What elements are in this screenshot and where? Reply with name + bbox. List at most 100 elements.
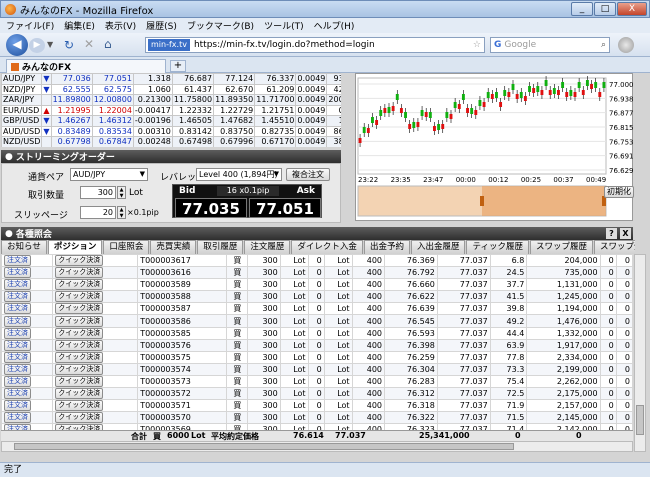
horizontal-scrollbar[interactable]: [1, 441, 633, 452]
quick-close-button[interactable]: クイック決済: [55, 291, 104, 303]
order-status-button[interactable]: 注文済: [4, 327, 31, 339]
history-dropdown-icon[interactable]: ▼: [47, 40, 53, 49]
star-bookmark-icon[interactable]: ☆: [473, 40, 481, 50]
quick-close-button[interactable]: クイック決済: [55, 279, 104, 291]
quick-close-button[interactable]: クイック決済: [55, 363, 104, 375]
menu-view[interactable]: 表示(V): [105, 19, 136, 32]
rate-row[interactable]: NZD/JPY ▼ 62.555 62.575 1.060 61.437 62.670 61.…: [1, 83, 341, 95]
rate-row[interactable]: EUR/USD ▲ 1.21995 1.22004 -0.00417 1.22332 1.2…: [1, 104, 341, 116]
quick-close-button[interactable]: クイック決済: [55, 375, 104, 387]
bid-price-button[interactable]: 77.035: [175, 198, 247, 218]
quick-close-button[interactable]: クイック決済: [55, 267, 104, 279]
quick-close-button[interactable]: クイック決済: [55, 339, 104, 351]
rate-row[interactable]: AUD/JPY ▼ 77.036 77.051 1.318 76.687 77.124 76.…: [1, 73, 341, 85]
order-status-button[interactable]: 注文済: [4, 315, 31, 327]
tab-notice[interactable]: お知らせ: [1, 240, 47, 254]
menu-bookmarks[interactable]: ブックマーク(B): [187, 19, 254, 32]
tab-swap-history[interactable]: スワップ履歴: [529, 240, 593, 254]
maximize-button[interactable]: □: [594, 2, 616, 16]
quantity-input[interactable]: 300: [80, 186, 116, 199]
quick-close-button[interactable]: クイック決済: [55, 388, 104, 400]
quick-close-button[interactable]: クイック決済: [55, 400, 104, 412]
home-icon[interactable]: ⌂: [104, 37, 112, 51]
chart-reset-button[interactable]: 初期化: [604, 186, 634, 198]
table-cell: 37.7: [489, 278, 528, 292]
vertical-scrollbar[interactable]: [634, 254, 646, 452]
table-cell: 73.3: [489, 362, 528, 376]
rate-row[interactable]: NZD/USD 0.67798 0.67847 0.00248 0.67498 0.679…: [1, 136, 341, 147]
tab-position[interactable]: ポジション: [47, 240, 103, 254]
order-status-button[interactable]: 注文済: [4, 351, 31, 363]
slippage-input[interactable]: 20: [80, 206, 116, 219]
menu-tools[interactable]: ツール(T): [264, 19, 304, 32]
scroll-thumb[interactable]: [636, 405, 644, 435]
ask-price-button[interactable]: 77.051: [249, 198, 321, 218]
tab-trade-history[interactable]: 取引履歴: [197, 240, 244, 254]
tab-swap-receive[interactable]: スワップ受取: [593, 240, 635, 254]
order-status-button[interactable]: 注文済: [4, 303, 31, 315]
tab-direct-deposit[interactable]: ダイレクト入金: [291, 240, 363, 254]
order-status-button[interactable]: 注文済: [4, 291, 31, 303]
search-input[interactable]: G Google ⌕: [490, 37, 610, 53]
back-button-icon[interactable]: ◀: [6, 34, 28, 56]
table-cell: 400: [351, 302, 386, 316]
quick-close-button[interactable]: クイック決済: [55, 327, 104, 339]
tab-cash-history[interactable]: 入出金履歴: [410, 240, 466, 254]
reload-icon[interactable]: ↻: [64, 38, 74, 52]
rate-cell: 93: [326, 73, 341, 85]
tab-minnano-fx[interactable]: みんなのFX: [6, 59, 166, 73]
overview-selection[interactable]: [482, 186, 606, 216]
order-status-button[interactable]: 注文済: [4, 400, 31, 412]
leverage-select[interactable]: Level 400 (1,894円) ▼: [196, 168, 282, 181]
search-go-icon[interactable]: ⌕: [601, 40, 606, 50]
minimize-button[interactable]: _: [571, 2, 593, 16]
order-status-button[interactable]: 注文済: [4, 412, 31, 424]
order-cell: 注文済: [1, 387, 54, 401]
tab-account[interactable]: 口座照会: [103, 240, 150, 254]
menu-file[interactable]: ファイル(F): [6, 19, 54, 32]
order-status-button[interactable]: 注文済: [4, 339, 31, 351]
quantity-stepper[interactable]: ▲ ▼: [117, 186, 126, 199]
order-status-button[interactable]: 注文済: [4, 388, 31, 400]
table-cell: 0: [615, 387, 633, 401]
close-panel-button[interactable]: X: [620, 228, 631, 239]
rate-row[interactable]: AUD/USD ▼ 0.83489 0.83534 0.00310 0.83142 0.83…: [1, 125, 341, 137]
menu-history[interactable]: 履歴(S): [146, 19, 177, 32]
currency-pair-select[interactable]: AUD/JPY ▼: [70, 168, 148, 181]
stop-icon[interactable]: ✕: [84, 37, 94, 51]
tab-trade-results[interactable]: 売買実績: [150, 240, 197, 254]
close-window-button[interactable]: X: [617, 2, 647, 16]
table-cell: 0: [307, 314, 325, 328]
tab-order-history[interactable]: 注文履歴: [244, 240, 291, 254]
quick-close-button[interactable]: クイック決済: [55, 351, 104, 363]
rate-cell: 0.0049: [295, 104, 328, 116]
site-identity-badge[interactable]: min-fx.tv: [148, 39, 190, 51]
new-tab-button[interactable]: +: [170, 60, 186, 72]
order-status-button[interactable]: 注文済: [4, 267, 31, 279]
menu-help[interactable]: ヘルプ(H): [314, 19, 355, 32]
quick-close-button[interactable]: クイック決済: [55, 315, 104, 327]
addon-icon[interactable]: [618, 37, 634, 53]
slippage-stepper[interactable]: ▲ ▼: [117, 206, 126, 219]
order-status-button[interactable]: 注文済: [4, 255, 31, 267]
help-button[interactable]: ?: [606, 228, 617, 239]
url-bar[interactable]: min-fx.tv https://min-fx.tv/login.do?met…: [145, 37, 485, 53]
tab-withdrawal[interactable]: 出金予約: [363, 240, 410, 254]
candle-body: [466, 108, 469, 113]
order-status-button[interactable]: 注文済: [4, 279, 31, 291]
scroll-thumb[interactable]: [14, 443, 514, 450]
quick-close-button[interactable]: クイック決済: [55, 303, 104, 315]
rate-row[interactable]: GBP/USD ▼ 1.46267 1.46312 -0.00196 1.46505 1.4…: [1, 115, 341, 127]
tab-tick-history[interactable]: ティック履歴: [466, 240, 529, 254]
combo-order-button[interactable]: 複合注文: [286, 168, 330, 181]
order-status-button[interactable]: 注文済: [4, 375, 31, 387]
rate-cell: 0.0049: [295, 125, 328, 137]
quick-close-button[interactable]: クイック決済: [55, 412, 104, 424]
rate-row[interactable]: ZAR/JPY 11.89800 12.00800 0.21300 11.75800 11…: [1, 94, 341, 106]
table-cell: 77.037: [436, 350, 491, 364]
order-status-button[interactable]: 注文済: [4, 363, 31, 375]
forward-button-icon[interactable]: ▶: [29, 38, 45, 53]
quick-close-button[interactable]: クイック決済: [55, 255, 104, 267]
menu-edit[interactable]: 編集(E): [64, 19, 95, 32]
overview-handle-left[interactable]: [480, 196, 484, 206]
